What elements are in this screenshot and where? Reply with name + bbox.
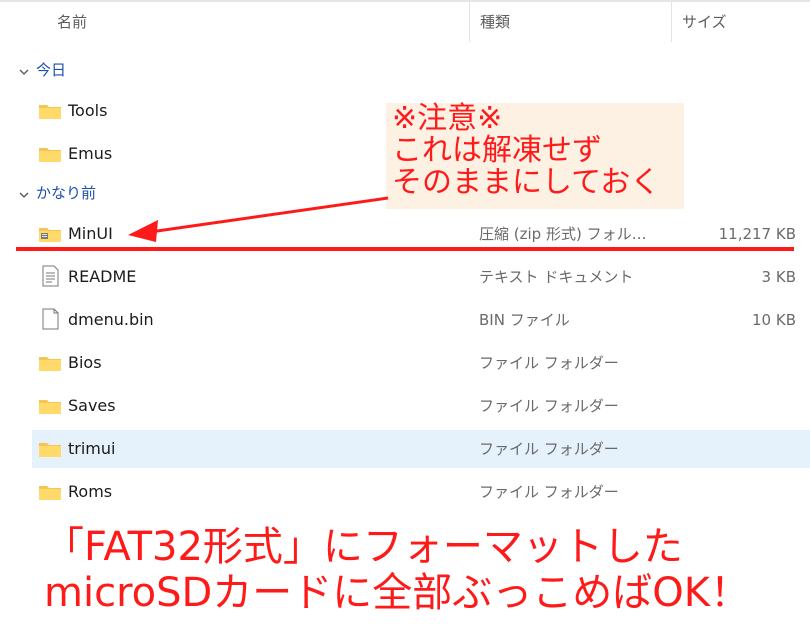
file-name: README — [68, 267, 137, 286]
file-type: テキスト ドキュメント — [479, 268, 634, 286]
group-header-today[interactable]: 今日 — [18, 58, 66, 82]
list-item[interactable]: Bios ファイル フォルダー — [32, 344, 810, 382]
annotation-line: これは解凍せず — [392, 133, 602, 168]
column-name-header[interactable]: 名前 — [57, 2, 87, 42]
highlight-underline — [16, 247, 794, 251]
list-item[interactable]: Saves ファイル フォルダー — [32, 387, 810, 425]
text-document-icon — [38, 265, 62, 287]
file-type: BIN ファイル — [479, 311, 570, 329]
file-name: trimui — [68, 439, 116, 458]
list-item[interactable]: README テキスト ドキュメント 3 KB — [32, 258, 810, 296]
list-item[interactable]: trimui ファイル フォルダー — [32, 430, 810, 468]
file-type: ファイル フォルダー — [479, 397, 619, 415]
group-label: 今日 — [36, 61, 67, 79]
column-divider[interactable] — [671, 2, 672, 42]
group-header-long-ago[interactable]: かなり前 — [18, 181, 96, 205]
file-size: 3 KB — [761, 268, 796, 286]
zip-folder-icon — [38, 224, 62, 244]
folder-icon — [38, 482, 62, 502]
column-header: 名前 種類 サイズ — [0, 2, 810, 42]
folder-icon — [38, 396, 62, 416]
file-name: Emus — [68, 144, 113, 163]
list-item[interactable]: Roms ファイル フォルダー — [32, 473, 810, 511]
annotation-line: ※注意※ — [392, 101, 503, 136]
folder-icon — [38, 144, 62, 164]
file-icon — [38, 308, 62, 330]
column-size-header[interactable]: サイズ — [682, 2, 727, 42]
file-name: Bios — [68, 353, 102, 372]
file-name: dmenu.bin — [68, 310, 154, 329]
file-size: 10 KB — [752, 311, 796, 329]
list-item[interactable]: dmenu.bin BIN ファイル 10 KB — [32, 301, 810, 339]
file-name: Saves — [68, 396, 116, 415]
file-name: Roms — [68, 482, 113, 501]
annotation-line: そのままにしておく — [392, 165, 661, 200]
bottom-annotation-line: microSDカードに全部ぶっこめばOK！ — [44, 570, 751, 616]
file-type: ファイル フォルダー — [479, 354, 619, 372]
folder-icon — [38, 439, 62, 459]
file-type: ファイル フォルダー — [479, 483, 619, 501]
folder-icon — [38, 353, 62, 373]
chevron-down-icon — [18, 59, 36, 83]
bottom-annotation-line: 「FAT32形式」にフォーマットした — [44, 524, 683, 570]
annotation-text: ※注意※ これは解凍せず そのままにしておく — [392, 103, 692, 199]
file-type: ファイル フォルダー — [479, 440, 619, 458]
column-type-header[interactable]: 種類 — [480, 2, 510, 42]
folder-icon — [38, 101, 62, 121]
column-divider[interactable] — [469, 2, 470, 42]
bottom-annotation: 「FAT32形式」にフォーマットした microSDカードに全部ぶっこめばOK！ — [44, 524, 804, 616]
file-name: Tools — [68, 101, 108, 120]
group-label: かなり前 — [36, 184, 97, 202]
chevron-down-icon — [18, 182, 36, 206]
